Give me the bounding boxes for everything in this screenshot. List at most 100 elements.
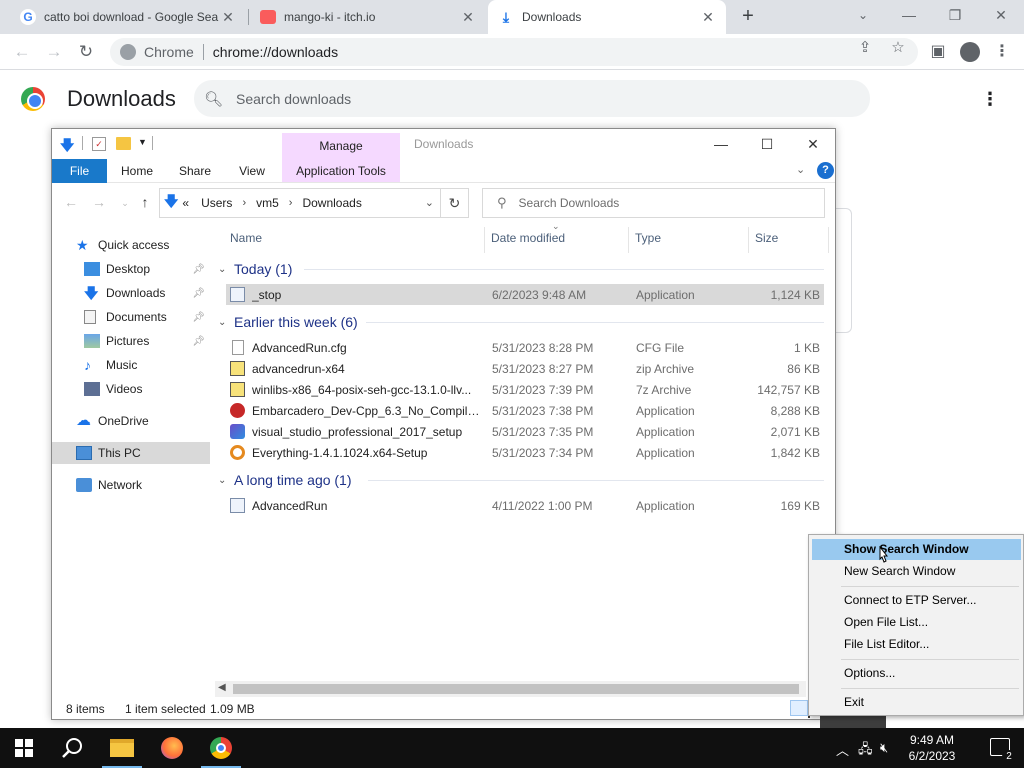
omnibox-url[interactable]: chrome://downloads — [213, 44, 338, 60]
explorer-search-box[interactable]: ⚲ — [482, 188, 825, 218]
group-header-long-time-ago[interactable]: ⌄ A long time ago (1) — [218, 469, 828, 491]
qat-dropdown-icon[interactable]: ▼ — [138, 137, 147, 147]
file-row[interactable]: advancedrun-x64 5/31/2023 8:27 PM zip Ar… — [226, 358, 824, 379]
share-icon[interactable]: ⇪ — [855, 38, 875, 56]
nav-onedrive[interactable]: ☁ OneDrive — [52, 410, 210, 432]
nav-pictures[interactable]: Pictures 📌︎ — [52, 330, 210, 352]
tab-downloads[interactable]: ⤓ Downloads ✕ — [488, 0, 726, 34]
chevron-down-icon[interactable]: ⌄ — [425, 196, 434, 209]
chrome-menu-icon[interactable]: ⋮ — [990, 40, 1014, 64]
taskbar-file-explorer[interactable] — [98, 728, 146, 768]
menu-item-new-search-window[interactable]: New Search Window — [812, 561, 1021, 582]
file-row[interactable]: winlibs-x86_64-posix-seh-gcc-13.1.0-llv.… — [226, 379, 824, 400]
close-icon[interactable]: ✕ — [700, 9, 716, 26]
volume-muted-icon[interactable]: 🔇︎ — [880, 740, 888, 756]
ribbon-expand-icon[interactable]: ⌄ — [796, 163, 805, 176]
manage-tab-label[interactable]: Manage — [282, 139, 400, 153]
minimize-icon[interactable]: — — [698, 131, 744, 157]
tab-view[interactable]: View — [228, 159, 276, 183]
taskbar-firefox[interactable] — [148, 728, 196, 768]
column-header-type[interactable]: Type — [635, 231, 661, 245]
tab-itch[interactable]: mango-ki - itch.io ✕ — [250, 0, 486, 34]
show-hidden-icons-chevron-icon[interactable]: ︿ — [836, 740, 849, 759]
help-icon[interactable]: ? — [817, 162, 834, 179]
side-panel-icon[interactable]: ▣ — [926, 40, 950, 64]
breadcrumb-downloads[interactable]: Downloads — [302, 196, 361, 210]
nav-videos[interactable]: Videos — [52, 378, 210, 400]
details-view-icon[interactable] — [790, 700, 808, 716]
chevron-right-icon[interactable]: › — [242, 197, 246, 209]
recent-locations-icon[interactable]: ⌄ — [116, 198, 134, 209]
nav-desktop[interactable]: Desktop 📌︎ — [52, 258, 210, 280]
column-divider[interactable] — [628, 227, 629, 253]
back-icon[interactable]: ← — [62, 194, 80, 210]
menu-item-open-file-list[interactable]: Open File List... — [812, 612, 1021, 633]
close-window-icon[interactable]: ✕ — [978, 0, 1024, 30]
nav-this-pc[interactable]: This PC — [52, 442, 210, 464]
file-row[interactable]: visual_studio_professional_2017_setup 5/… — [226, 421, 824, 442]
column-divider[interactable] — [484, 227, 485, 253]
tab-google-search[interactable]: G catto boi download - Google Sea ✕ — [10, 0, 246, 34]
chevron-right-icon[interactable]: › — [289, 197, 293, 209]
properties-icon[interactable]: ✓ — [92, 137, 106, 151]
start-button[interactable] — [0, 728, 48, 768]
nav-quick-access[interactable]: ★ Quick access — [52, 234, 210, 256]
scroll-left-icon[interactable]: ◀ — [218, 682, 226, 693]
omnibox[interactable]: Chrome chrome://downloads — [110, 38, 918, 66]
downloads-search-input[interactable] — [236, 90, 836, 107]
file-row[interactable]: _stop 6/2/2023 9:48 AM Application 1,124… — [226, 284, 824, 305]
tab-home[interactable]: Home — [112, 159, 162, 183]
tab-share[interactable]: Share — [170, 159, 220, 183]
column-header-date[interactable]: Date modified — [491, 231, 565, 245]
maximize-icon[interactable]: ☐ — [744, 131, 790, 157]
menu-item-connect-etp[interactable]: Connect to ETP Server... — [812, 590, 1021, 611]
refresh-icon[interactable]: ↻ — [441, 188, 469, 218]
close-window-icon[interactable]: ✕ — [790, 131, 836, 157]
taskbar-search-button[interactable] — [48, 728, 96, 768]
horizontal-scrollbar[interactable]: ◀ — [215, 681, 806, 697]
close-icon[interactable]: ✕ — [460, 9, 476, 26]
restore-icon[interactable]: ❐ — [932, 0, 978, 30]
menu-item-show-search-window[interactable]: Show Search Window — [812, 539, 1021, 560]
up-icon[interactable]: ↑ — [136, 194, 154, 210]
menu-item-options[interactable]: Options... — [812, 663, 1021, 684]
file-row[interactable]: Everything-1.4.1.1024.x64-Setup 5/31/202… — [226, 442, 824, 463]
breadcrumb-users[interactable]: Users — [201, 196, 232, 210]
taskbar-chrome[interactable] — [197, 728, 245, 768]
network-status-icon[interactable]: 🖧︎ — [858, 740, 873, 762]
breadcrumb-vm5[interactable]: vm5 — [256, 196, 279, 210]
file-row[interactable]: Embarcadero_Dev-Cpp_6.3_No_Compiler... 5… — [226, 400, 824, 421]
scrollbar-thumb[interactable] — [233, 684, 799, 694]
profile-avatar[interactable] — [960, 42, 980, 62]
column-header-name[interactable]: Name — [230, 231, 262, 245]
address-bar[interactable]: 🡇 « Users › vm5 › Downloads ⌄ — [159, 188, 441, 218]
new-tab-button[interactable]: + — [736, 4, 760, 28]
nav-network[interactable]: Network — [52, 474, 210, 496]
menu-item-file-list-editor[interactable]: File List Editor... — [812, 634, 1021, 655]
minimize-icon[interactable]: — — [886, 0, 932, 30]
nav-downloads[interactable]: 🡇 Downloads 📌︎ — [52, 282, 210, 304]
column-divider[interactable] — [828, 227, 829, 253]
breadcrumb-overflow[interactable]: « — [182, 196, 189, 210]
explorer-search-input[interactable] — [518, 196, 799, 210]
column-divider[interactable] — [748, 227, 749, 253]
nav-music[interactable]: ♪ Music — [52, 354, 210, 376]
close-icon[interactable]: ✕ — [220, 9, 236, 26]
group-header-earlier-this-week[interactable]: ⌄ Earlier this week (6) — [218, 311, 828, 333]
new-folder-icon[interactable] — [116, 137, 131, 150]
group-header-today[interactable]: ⌄ Today (1) — [218, 258, 828, 280]
clock[interactable]: 9:49 AM 6/2/2023 — [902, 732, 962, 764]
tab-search-icon[interactable]: ⌄ — [840, 0, 886, 30]
file-row[interactable]: AdvancedRun 4/11/2022 1:00 PM Applicatio… — [226, 495, 824, 516]
nav-documents[interactable]: Documents 📌︎ — [52, 306, 210, 328]
column-header-size[interactable]: Size — [755, 231, 778, 245]
file-row[interactable]: AdvancedRun.cfg 5/31/2023 8:28 PM CFG Fi… — [226, 337, 824, 358]
bookmark-star-icon[interactable]: ☆ — [888, 38, 908, 56]
forward-icon[interactable]: → — [90, 194, 108, 210]
reload-icon[interactable]: ↻ — [74, 40, 98, 64]
menu-item-exit[interactable]: Exit — [812, 692, 1021, 713]
downloads-menu-icon[interactable]: ⋮ — [980, 86, 1000, 112]
back-icon[interactable]: ← — [10, 40, 34, 64]
tab-application-tools[interactable]: Application Tools — [282, 159, 400, 183]
downloads-search[interactable]: 🔍︎ — [194, 80, 870, 117]
